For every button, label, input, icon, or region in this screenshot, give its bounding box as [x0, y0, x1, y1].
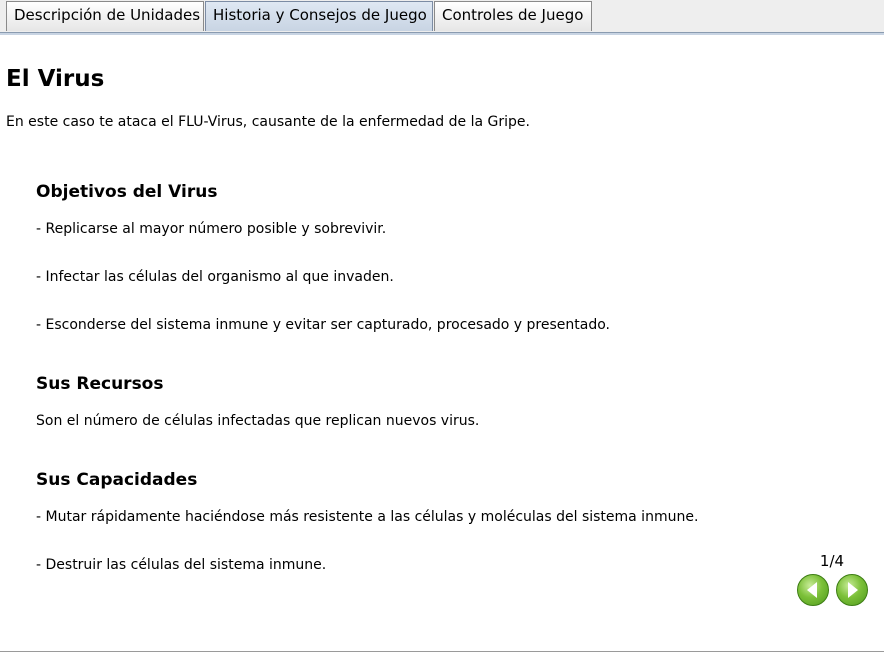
tab-underline [0, 33, 884, 35]
arrow-left-icon [807, 582, 817, 598]
bottom-divider [0, 651, 884, 652]
section-title-recursos: Sus Recursos [36, 374, 164, 394]
recursos-text: Son el número de células infectadas que … [36, 413, 480, 429]
content-panel: El Virus En este caso te ataca el FLU-Vi… [0, 36, 884, 650]
previous-page-button[interactable] [797, 574, 829, 606]
objetivo-item: - Infectar las células del organismo al … [36, 269, 394, 285]
section-title-objetivos: Objetivos del Virus [36, 182, 218, 202]
objetivo-item: - Replicarse al mayor número posible y s… [36, 221, 387, 237]
tab-bar: Descripción de Unidades Historia y Conse… [0, 0, 884, 33]
page-title: El Virus [6, 66, 105, 92]
tab-controles-juego[interactable]: Controles de Juego [434, 1, 592, 31]
capacidad-item: - Destruir las células del sistema inmun… [36, 557, 327, 573]
page-indicator: 1/4 [819, 552, 845, 570]
section-title-capacidades: Sus Capacidades [36, 470, 198, 490]
objetivo-item: - Esconderse del sistema inmune y evitar… [36, 317, 610, 333]
arrow-right-icon [848, 582, 858, 598]
tab-descripcion-unidades[interactable]: Descripción de Unidades [6, 1, 204, 31]
tab-historia-consejos[interactable]: Historia y Consejos de Juego [205, 1, 433, 31]
next-page-button[interactable] [836, 574, 868, 606]
capacidad-item: - Mutar rápidamente haciéndose más resis… [36, 509, 699, 525]
intro-text: En este caso te ataca el FLU-Virus, caus… [6, 114, 530, 130]
